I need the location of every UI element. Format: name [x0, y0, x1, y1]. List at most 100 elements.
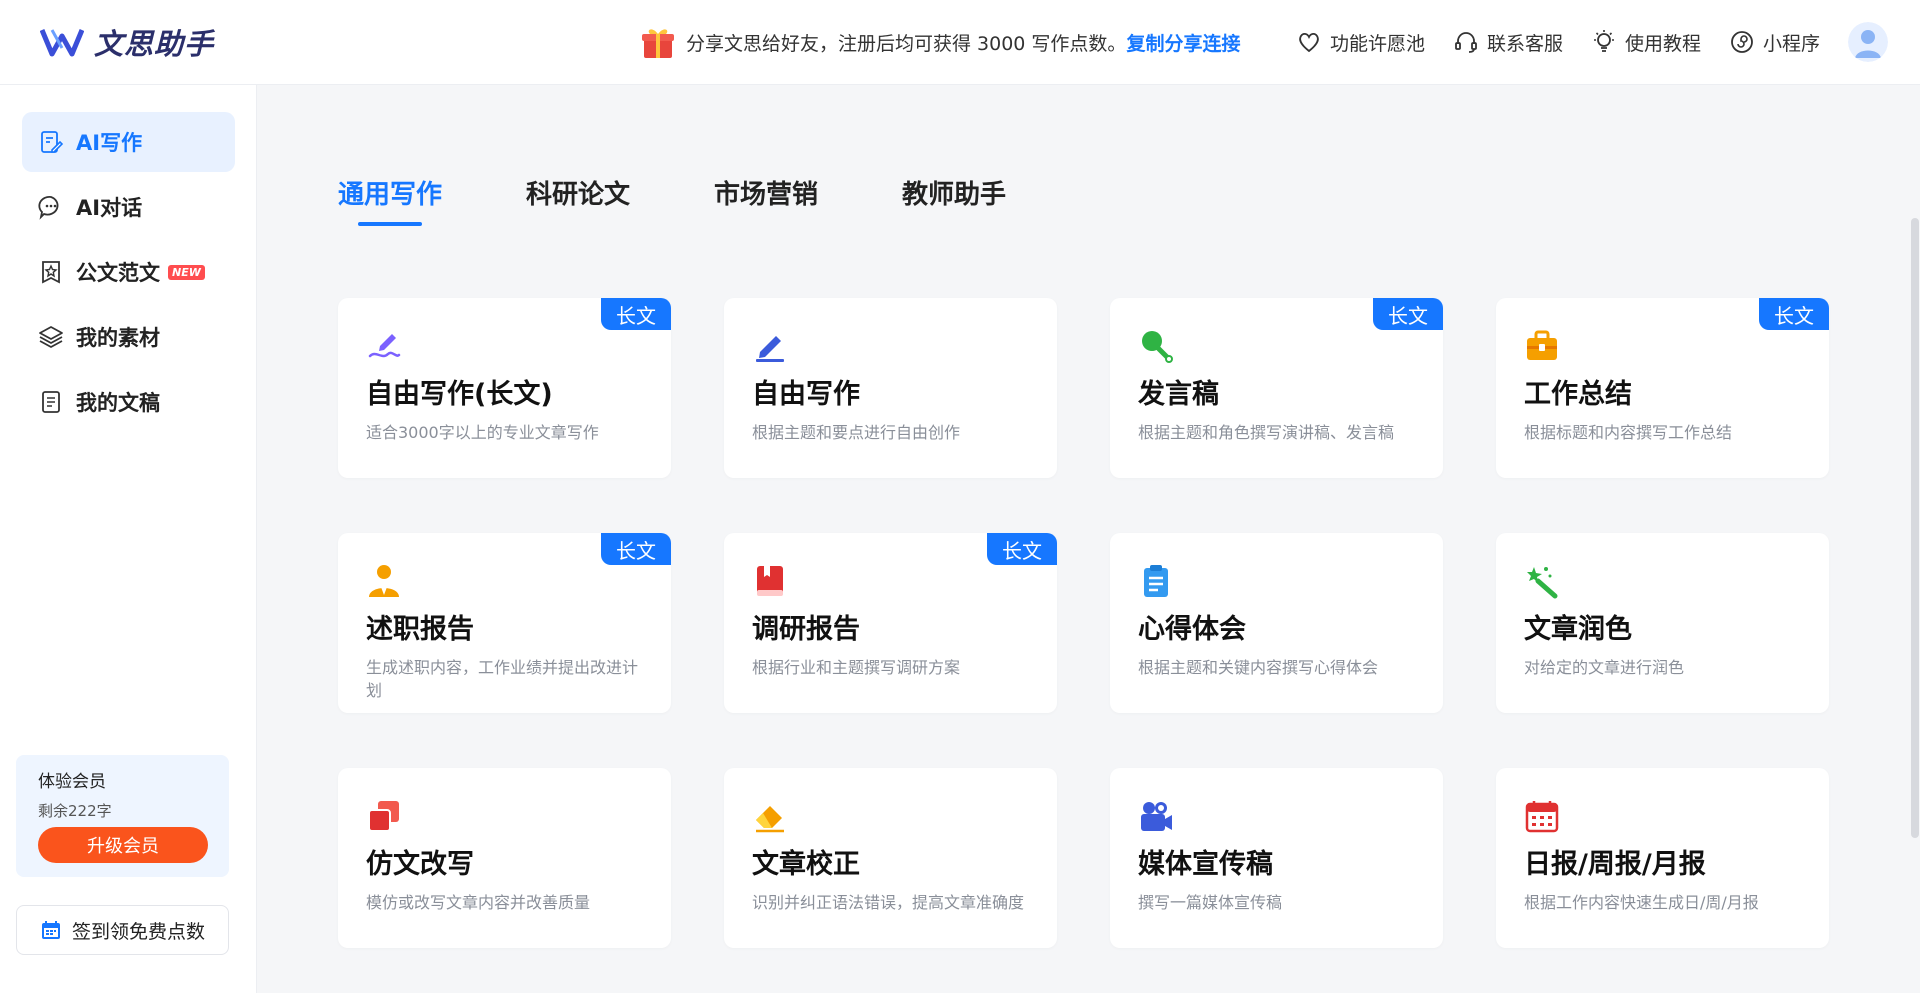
long-text-badge: 长文 — [1373, 298, 1443, 330]
share-promo: 分享文思给好友，注册后均可获得 3000 写作点数。 复制分享连接 — [640, 22, 1240, 62]
card-desc: 根据行业和主题撰写调研方案 — [752, 658, 961, 677]
card-title: 文章校正 — [752, 849, 860, 880]
avatar-icon — [1848, 22, 1888, 62]
upgrade-button[interactable]: 升级会员 — [38, 827, 208, 863]
book-icon — [757, 566, 783, 596]
gift-icon — [642, 29, 674, 58]
signin-button[interactable]: 签到领免费点数 — [16, 905, 229, 955]
briefcase-icon — [1527, 330, 1557, 360]
layers-icon — [39, 326, 63, 348]
card-rewrite[interactable]: 仿文改写 模仿或改写文章内容并改善质量 — [338, 768, 671, 948]
card-title: 发言稿 — [1138, 379, 1219, 410]
card-title: 工作总结 — [1524, 379, 1632, 410]
user-avatar[interactable] — [1848, 22, 1888, 62]
card-desc: 根据主题和要点进行自由创作 — [752, 423, 961, 442]
sidebar-item-label: AI写作 — [76, 131, 143, 155]
category-tabs: 通用写作 科研论文 市场营销 教师助手 — [338, 174, 1090, 226]
card-title: 仿文改写 — [366, 849, 474, 880]
long-text-badge: 长文 — [601, 533, 671, 565]
card-title: 心得体会 — [1138, 614, 1246, 645]
logo-icon — [40, 29, 84, 57]
pen-icon — [756, 336, 784, 362]
long-text-badge: 长文 — [1759, 298, 1829, 330]
edit-document-icon — [41, 131, 64, 153]
card-duty-report[interactable]: 长文 述职报告 生成述职内容，工作业绩并提出改进计划 — [338, 533, 671, 713]
card-title: 文章润色 — [1524, 614, 1632, 645]
heart-icon — [1299, 32, 1319, 53]
copy-cards-icon — [368, 801, 399, 832]
support-link[interactable]: 联系客服 — [1453, 29, 1563, 56]
member-card: 体验会员 剩余222字 升级会员 — [16, 755, 229, 877]
calendar-icon — [41, 921, 60, 939]
card-desc: 根据标题和内容撰写工作总结 — [1524, 423, 1733, 442]
card-desc: 适合3000字以上的专业文章写作 — [366, 423, 599, 442]
copy-share-link[interactable]: 复制分享连接 — [1126, 29, 1240, 56]
card-research-report[interactable]: 长文 调研报告 根据行业和主题撰写调研方案 — [724, 533, 1057, 713]
card-title: 自由写作(长文) — [366, 379, 553, 410]
long-text-badge: 长文 — [601, 298, 671, 330]
card-desc: 根据工作内容快速生成日/周/月报 — [1524, 893, 1759, 912]
tutorial-link[interactable]: 使用教程 — [1591, 29, 1701, 56]
clipboard-icon — [1144, 565, 1168, 597]
card-daily-report[interactable]: 日报/周报/月报 根据工作内容快速生成日/周/月报 — [1496, 768, 1829, 948]
promo-text: 分享文思给好友，注册后均可获得 3000 写作点数。 — [686, 32, 1127, 55]
tab-research-paper[interactable]: 科研论文 — [526, 174, 630, 214]
sidebar-item-ai-chat[interactable]: AI对话 — [22, 177, 235, 237]
wishlist-label: 功能许愿池 — [1330, 32, 1426, 55]
sidebar-item-materials[interactable]: 我的素材 — [22, 307, 235, 367]
sidebar: AI写作 AI对话 公文范文 NEW 我的素材 我的文稿 体验会员 剩余222字… — [0, 85, 257, 993]
card-desc: 根据主题和角色撰写演讲稿、发言稿 — [1138, 423, 1395, 442]
chat-bubble-icon — [38, 196, 59, 220]
document-icon — [42, 391, 60, 413]
card-speech[interactable]: 长文 发言稿 根据主题和角色撰写演讲稿、发言稿 — [1110, 298, 1443, 478]
card-desc: 模仿或改写文章内容并改善质量 — [366, 893, 591, 912]
logo-text: 文思助手 — [94, 27, 215, 61]
miniprogram-link[interactable]: 小程序 — [1729, 29, 1820, 56]
card-work-summary[interactable]: 长文 工作总结 根据标题和内容撰写工作总结 — [1496, 298, 1829, 478]
card-desc: 撰写一篇媒体宣传稿 — [1138, 893, 1283, 912]
card-polish[interactable]: 文章润色 对给定的文章进行润色 — [1496, 533, 1829, 713]
support-label: 联系客服 — [1487, 32, 1564, 55]
tab-marketing[interactable]: 市场营销 — [714, 174, 818, 214]
tab-general-writing[interactable]: 通用写作 — [338, 174, 442, 226]
card-title: 日报/周报/月报 — [1524, 849, 1706, 880]
card-free-writing-long[interactable]: 长文 自由写作(长文) 适合3000字以上的专业文章写作 — [338, 298, 671, 478]
tab-teacher-assistant[interactable]: 教师助手 — [902, 174, 1006, 214]
member-title: 体验会员 — [38, 772, 106, 792]
headset-icon — [1455, 32, 1477, 53]
lightbulb-icon — [1594, 30, 1615, 52]
card-reflection[interactable]: 心得体会 根据主题和关键内容撰写心得体会 — [1110, 533, 1443, 713]
sidebar-item-my-docs[interactable]: 我的文稿 — [22, 372, 235, 432]
card-title: 自由写作 — [752, 379, 860, 410]
card-desc: 根据主题和关键内容撰写心得体会 — [1138, 658, 1379, 677]
sidebar-item-label: 我的文稿 — [76, 391, 160, 415]
sidebar-item-ai-writing[interactable]: AI写作 — [22, 112, 235, 172]
sidebar-item-label: 我的素材 — [76, 326, 160, 350]
miniprogram-label: 小程序 — [1763, 32, 1821, 55]
long-text-badge: 长文 — [987, 533, 1057, 565]
card-title: 述职报告 — [366, 614, 474, 645]
logo[interactable]: 文思助手 — [40, 22, 214, 62]
sidebar-item-label: 公文范文 — [76, 261, 160, 285]
remaining-words: 剩余222字 — [38, 802, 112, 820]
vertical-scrollbar[interactable] — [1911, 218, 1919, 838]
calendar-icon — [1525, 801, 1559, 833]
video-camera-icon — [1141, 802, 1172, 831]
tutorial-label: 使用教程 — [1625, 32, 1702, 55]
top-nav: 功能许愿池 联系客服 使用教程 小程序 — [1296, 22, 1848, 62]
sidebar-item-label: AI对话 — [76, 196, 143, 220]
eraser-icon — [756, 806, 784, 833]
card-proofread[interactable]: 文章校正 识别并纠正语法错误，提高文章准确度 — [724, 768, 1057, 948]
top-header: 文思助手 分享文思给好友，注册后均可获得 3000 写作点数。 复制分享连接 功… — [0, 0, 1920, 85]
card-title: 媒体宣传稿 — [1138, 849, 1273, 880]
sidebar-item-official-docs[interactable]: 公文范文 NEW — [22, 242, 235, 302]
card-media-release[interactable]: 媒体宣传稿 撰写一篇媒体宣传稿 — [1110, 768, 1443, 948]
person-tie-icon — [369, 565, 399, 597]
card-free-writing[interactable]: 自由写作 根据主题和要点进行自由创作 — [724, 298, 1057, 478]
wishlist-link[interactable]: 功能许愿池 — [1296, 29, 1425, 56]
signin-label: 签到领免费点数 — [71, 920, 205, 943]
pen-scribble-icon — [368, 334, 401, 358]
card-title: 调研报告 — [752, 614, 860, 645]
card-desc: 对给定的文章进行润色 — [1524, 658, 1685, 677]
microphone-icon — [1142, 331, 1173, 363]
